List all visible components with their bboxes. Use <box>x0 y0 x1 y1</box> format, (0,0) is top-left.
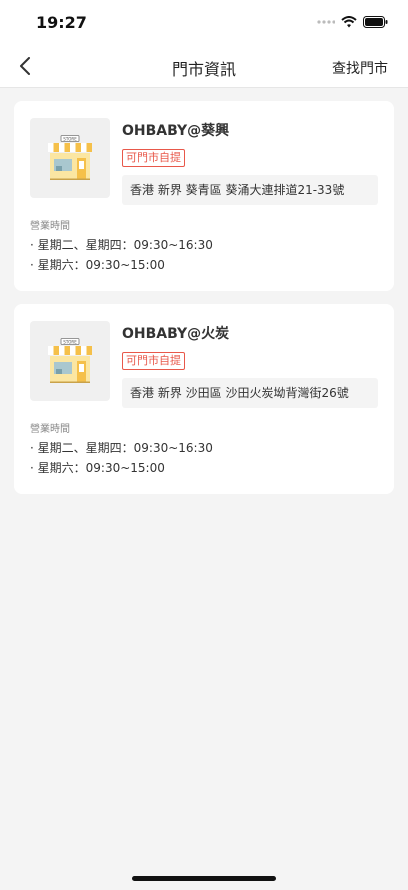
hours-line: · 星期六：09:30~15:00 <box>30 461 165 475</box>
store-name: OHBABY@葵興 <box>122 123 230 139</box>
home-indicator <box>132 876 276 881</box>
store-sign-text: STORE <box>63 339 77 344</box>
nav-bar: 門市資訊 查找門市 <box>0 44 408 88</box>
store-address: 香港 新界 葵青區 葵涌大連排道21-33號 <box>122 175 378 205</box>
store-image: STORE <box>30 321 110 401</box>
hours-label: 營業時間 <box>30 221 70 232</box>
battery-icon <box>363 16 388 28</box>
wifi-icon <box>341 16 357 28</box>
store-image: STORE <box>30 118 110 198</box>
status-time: 19:27 <box>36 13 87 32</box>
hours-line: · 星期二、星期四：09:30~16:30 <box>30 441 213 455</box>
store-card[interactable]: STORE OHBABY@葵興 可門市自提 香港 新界 葵青區 葵涌大連排道21… <box>14 101 394 291</box>
store-sign-text: STORE <box>63 136 77 141</box>
hours-line: · 星期二、星期四：09:30~16:30 <box>30 238 213 252</box>
store-icon: STORE <box>48 338 92 383</box>
store-list: STORE OHBABY@葵興 可門市自提 香港 新界 葵青區 葵涌大連排道21… <box>14 101 394 507</box>
find-store-button[interactable]: 查找門市 <box>332 58 388 78</box>
store-address: 香港 新界 沙田區 沙田火炭坳背灣街26號 <box>122 378 378 408</box>
store-icon: STORE <box>48 135 92 180</box>
signal-icon <box>317 20 335 24</box>
hours-label: 營業時間 <box>30 424 70 435</box>
hours-line: · 星期六：09:30~15:00 <box>30 258 165 272</box>
hours-list: · 星期二、星期四：09:30~16:30 · 星期六：09:30~15:00 <box>30 438 213 478</box>
store-card[interactable]: STORE OHBABY@火炭 可門市自提 香港 新界 沙田區 沙田火炭坳背灣街… <box>14 304 394 494</box>
store-name: OHBABY@火炭 <box>122 326 230 342</box>
status-icons <box>317 15 388 29</box>
pickup-badge: 可門市自提 <box>122 149 185 167</box>
status-bar: 19:27 <box>0 0 408 44</box>
hours-list: · 星期二、星期四：09:30~16:30 · 星期六：09:30~15:00 <box>30 235 213 275</box>
pickup-badge: 可門市自提 <box>122 352 185 370</box>
